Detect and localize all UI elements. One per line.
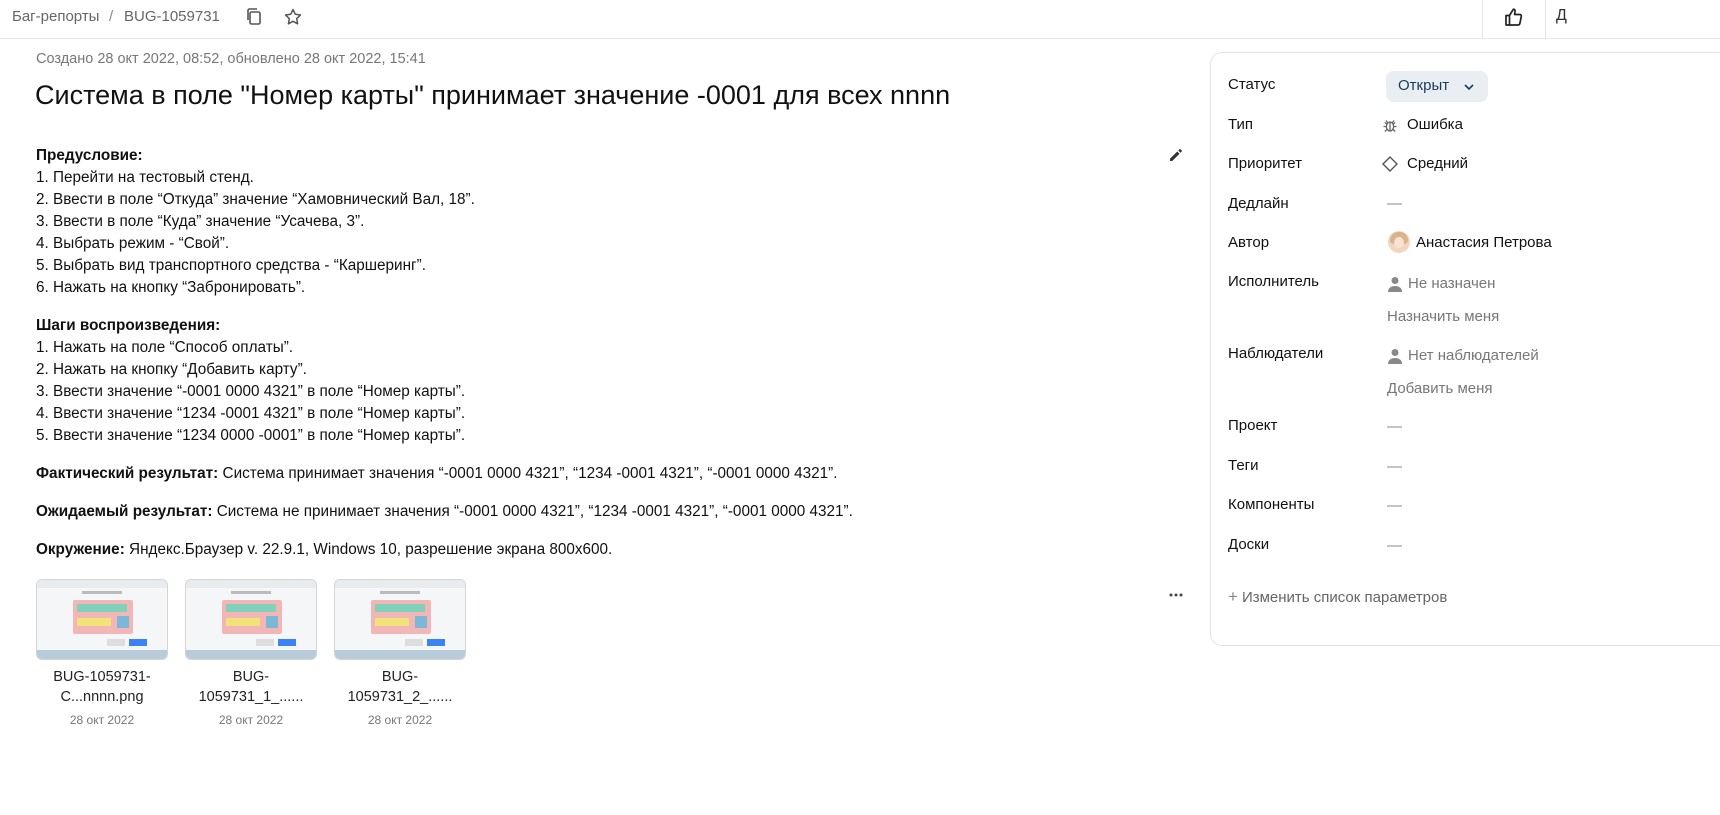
components-value[interactable]: —: [1387, 497, 1402, 514]
copy-icon[interactable]: [243, 6, 265, 28]
deadline-value[interactable]: —: [1387, 195, 1402, 212]
precondition-step: 4. Выбрать режим - “Свой”.: [36, 235, 230, 252]
type-label: Тип: [1228, 116, 1254, 133]
breadcrumb-separator: /: [109, 8, 114, 25]
tags-label: Теги: [1228, 457, 1259, 474]
boards-value[interactable]: —: [1387, 537, 1402, 554]
precondition-step: 2. Ввести в поле “Откуда” значение “Хамо…: [36, 191, 475, 208]
reproduction-step: 3. Ввести значение “-0001 0000 4321” в п…: [36, 383, 466, 400]
more-horizontal-icon[interactable]: [1167, 586, 1185, 604]
precondition-step: 5. Выбрать вид транспортного средства - …: [36, 257, 426, 274]
status-label: Статус: [1228, 76, 1276, 93]
reproduction-step: 1. Нажать на поле “Способ оплаты”.: [36, 339, 294, 356]
chevron-down-icon: [1463, 80, 1475, 92]
priority-value[interactable]: Средний: [1407, 155, 1468, 172]
assign-me-link[interactable]: Назначить меня: [1387, 308, 1499, 325]
expected-result: Ожидаемый результат: Система не принимае…: [36, 501, 1136, 523]
toolbar-divider: [1482, 0, 1483, 38]
attachment-item[interactable]: BUG- 1059731_2_...... 28 окт 2022: [334, 579, 466, 727]
issue-description: Предусловие: 1. Перейти на тестовый стен…: [36, 145, 1136, 577]
attachment-date: 28 окт 2022: [69, 713, 135, 727]
attachment-thumbnail[interactable]: [185, 579, 317, 660]
top-bar: Баг-репорты / BUG-1059731 Д: [0, 0, 1720, 39]
user-icon: [1386, 347, 1404, 365]
issue-meta: Создано 28 окт 2022, 08:52, обновлено 28…: [36, 51, 426, 67]
breadcrumb-issue-key[interactable]: BUG-1059731: [124, 8, 220, 25]
breadcrumb-parent[interactable]: Баг-репорты: [12, 8, 99, 25]
precondition-step: 3. Ввести в поле “Куда” значение “Усачев…: [36, 213, 365, 230]
deadline-label: Дедлайн: [1228, 195, 1289, 212]
star-icon[interactable]: [282, 6, 304, 28]
diamond-icon: [1381, 155, 1399, 173]
attachment-date: 28 окт 2022: [218, 713, 284, 727]
expected-result-text: Система не принимает значения “-0001 000…: [212, 503, 853, 520]
actual-result-label: Фактический результат:: [36, 465, 219, 482]
attachment-item[interactable]: BUG-1059731- C...nnnn.png 28 окт 2022: [36, 579, 168, 727]
project-value[interactable]: —: [1387, 418, 1402, 435]
attachment-thumbnail[interactable]: [334, 579, 466, 660]
change-params-button[interactable]: + Изменить список параметров: [1228, 587, 1447, 607]
status-dropdown[interactable]: Открыт: [1386, 71, 1488, 102]
precondition-step: 1. Перейти на тестовый стенд.: [36, 169, 254, 186]
pencil-icon[interactable]: [1167, 146, 1185, 164]
issue-title[interactable]: Система в поле "Номер карты" принимает з…: [35, 80, 950, 111]
steps-heading: Шаги воспроизведения:: [36, 317, 221, 334]
author-label: Автор: [1228, 234, 1270, 251]
followers-value[interactable]: Нет наблюдателей: [1408, 347, 1539, 364]
reproduction-step: 4. Ввести значение “1234 -0001 4321” в п…: [36, 405, 466, 422]
truncated-action-button[interactable]: Д: [1556, 7, 1567, 25]
attachment-name[interactable]: BUG-1059731- C...nnnn.png: [36, 667, 168, 707]
attachment-thumbnail[interactable]: [36, 579, 168, 660]
precondition-heading: Предусловие:: [36, 147, 143, 164]
assignee-label: Исполнитель: [1228, 273, 1319, 290]
avatar: [1388, 231, 1410, 253]
attachment-name[interactable]: BUG- 1059731_2_......: [334, 667, 466, 707]
type-value[interactable]: Ошибка: [1407, 116, 1463, 133]
reproduction-step: 5. Ввести значение “1234 0000 -0001” в п…: [36, 427, 466, 444]
actual-result-text: Система принимает значения “-0001 0000 4…: [218, 465, 838, 482]
change-params-label: Изменить список параметров: [1241, 589, 1448, 606]
expected-result-label: Ожидаемый результат:: [36, 503, 213, 520]
attachment-name[interactable]: BUG- 1059731_1_......: [185, 667, 317, 707]
followers-label: Наблюдатели: [1228, 345, 1324, 362]
project-label: Проект: [1228, 417, 1278, 434]
assignee-value[interactable]: Не назначен: [1408, 275, 1495, 292]
plus-icon: +: [1228, 587, 1238, 606]
environment-text: Яндекс.Браузер v. 22.9.1, Windows 10, ра…: [124, 541, 613, 558]
toolbar-divider: [1545, 0, 1546, 38]
precondition-step: 6. Нажать на кнопку “Забронировать”.: [36, 279, 306, 296]
user-icon: [1386, 275, 1404, 293]
bug-icon: [1381, 116, 1399, 134]
environment: Окружение: Яндекс.Браузер v. 22.9.1, Win…: [36, 539, 1136, 561]
add-me-link[interactable]: Добавить меня: [1387, 380, 1493, 397]
components-label: Компоненты: [1228, 496, 1315, 513]
attachment-date: 28 окт 2022: [367, 713, 433, 727]
priority-label: Приоритет: [1228, 155, 1302, 172]
actual-result: Фактический результат: Система принимает…: [36, 463, 1136, 485]
author-value[interactable]: Анастасия Петрова: [1416, 234, 1552, 251]
boards-label: Доски: [1228, 536, 1270, 553]
thumb-up-icon[interactable]: [1503, 6, 1525, 28]
status-value: Открыт: [1398, 77, 1450, 94]
attachments-list: BUG-1059731- C...nnnn.png 28 окт 2022 BUG…: [36, 579, 466, 727]
tags-value[interactable]: —: [1387, 458, 1402, 475]
environment-label: Окружение:: [36, 541, 125, 558]
reproduction-step: 2. Нажать на кнопку “Добавить карту”.: [36, 361, 307, 378]
attachment-item[interactable]: BUG- 1059731_1_...... 28 окт 2022: [185, 579, 317, 727]
